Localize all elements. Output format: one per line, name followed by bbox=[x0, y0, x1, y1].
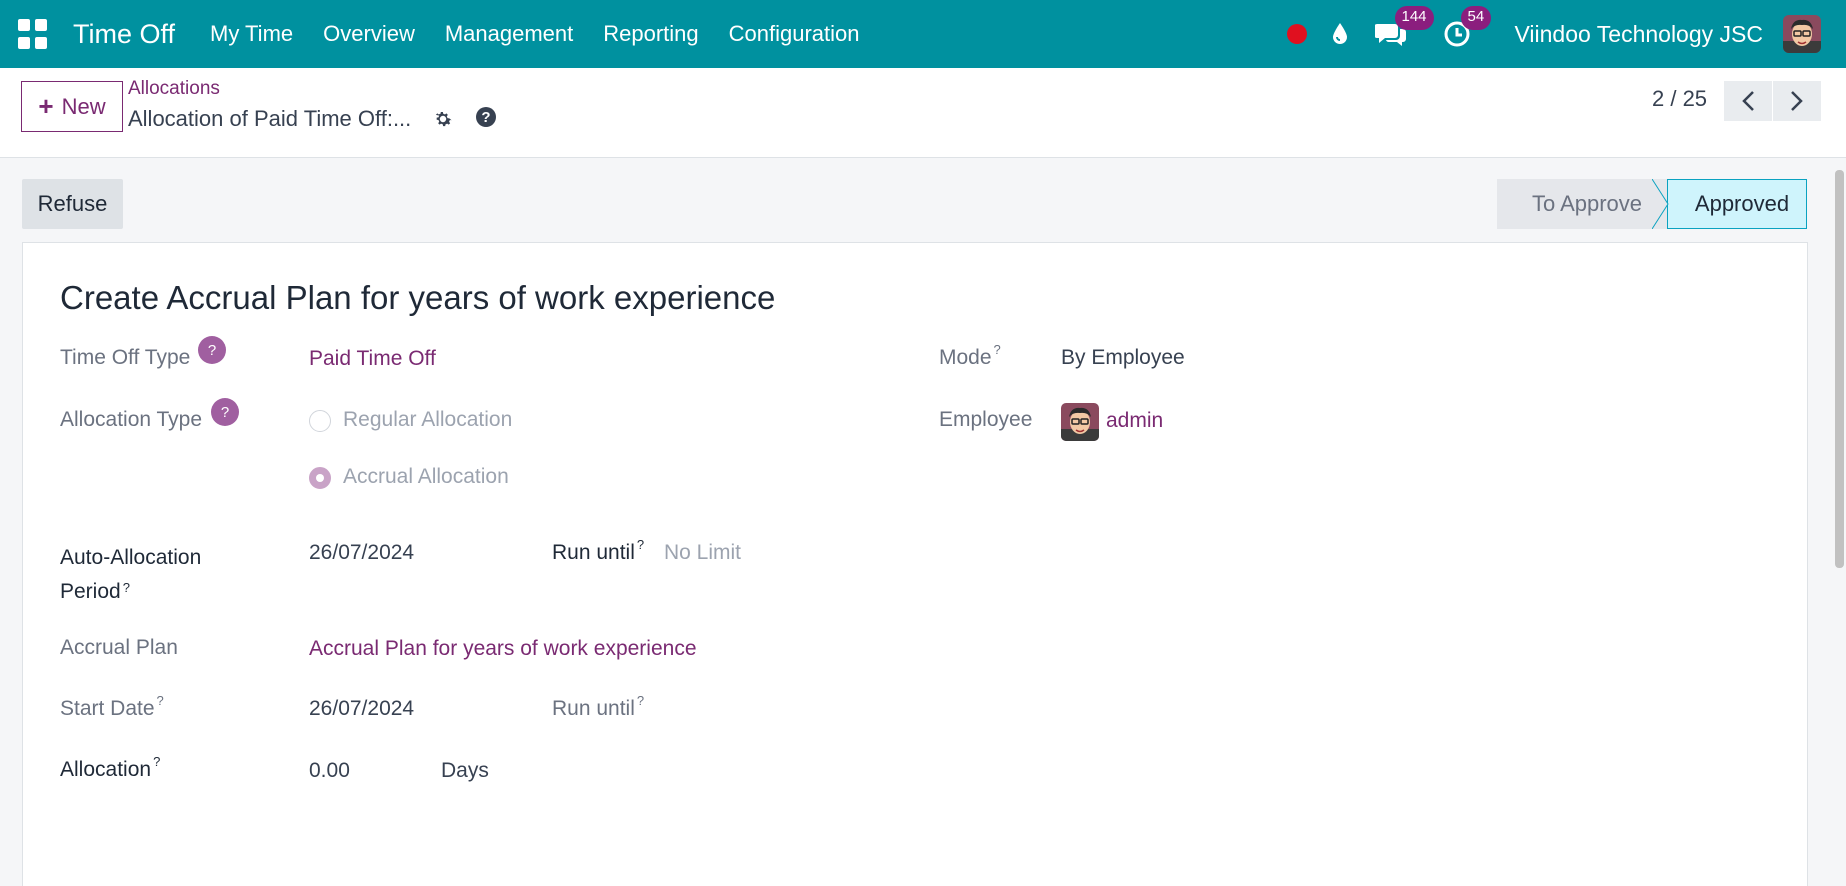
auto-allocation-date-field[interactable]: 26/07/2024 bbox=[309, 541, 414, 565]
allocation-type-label: Allocation Type bbox=[60, 408, 203, 431]
employee-label: Employee bbox=[939, 408, 1033, 431]
chevron-right-icon bbox=[1791, 91, 1803, 111]
new-button[interactable]: + New bbox=[21, 81, 123, 132]
start-date-label: Start Date? bbox=[60, 693, 164, 720]
breadcrumb-allocations[interactable]: Allocations bbox=[128, 78, 220, 100]
run-until-field[interactable]: No Limit bbox=[664, 541, 741, 565]
allocation-type-tooltip-icon[interactable]: ? bbox=[211, 398, 239, 426]
gear-icon[interactable] bbox=[432, 108, 454, 136]
stage-to-approve[interactable]: To Approve bbox=[1497, 179, 1667, 229]
svg-text:?: ? bbox=[481, 109, 490, 126]
plus-icon: + bbox=[38, 91, 54, 121]
top-navbar: Time Off My Time Overview Management Rep… bbox=[0, 0, 1846, 68]
activities-clock-icon[interactable]: 54 bbox=[1443, 6, 1492, 48]
menu-management[interactable]: Management bbox=[445, 21, 573, 47]
pager-previous-button[interactable] bbox=[1724, 81, 1772, 121]
pager-value[interactable]: 2 / 25 bbox=[1652, 86, 1707, 112]
apps-menu-icon[interactable] bbox=[18, 19, 48, 49]
run-until-label: Run until? bbox=[552, 537, 645, 564]
form-sheet: Create Accrual Plan for years of work ex… bbox=[22, 242, 1808, 886]
auto-allocation-period-label: Auto-Allocation Period? bbox=[60, 546, 202, 603]
menu-overview[interactable]: Overview bbox=[323, 21, 415, 47]
menu-my-time[interactable]: My Time bbox=[210, 21, 293, 47]
stage-approved[interactable]: Approved bbox=[1667, 179, 1807, 229]
time-off-type-tooltip-icon[interactable]: ? bbox=[198, 336, 226, 364]
accrual-allocation-radio[interactable] bbox=[309, 467, 331, 489]
regular-allocation-label[interactable]: Regular Allocation bbox=[343, 408, 512, 432]
recording-dot-icon[interactable] bbox=[1286, 24, 1307, 44]
drop-icon[interactable] bbox=[1331, 22, 1349, 46]
mode-label: Mode? bbox=[939, 342, 1001, 369]
navbar-systray: 144 54 Viindoo Technology JSC bbox=[1286, 0, 1846, 68]
refuse-button[interactable]: Refuse bbox=[22, 179, 123, 229]
stage-arrow-divider bbox=[1652, 179, 1669, 229]
breadcrumb-current-record: Allocation of Paid Time Off:... bbox=[128, 106, 412, 131]
employee-field[interactable]: admin bbox=[1106, 409, 1163, 433]
pager-next-button[interactable] bbox=[1773, 81, 1821, 121]
time-off-type-field[interactable]: Paid Time Off bbox=[309, 347, 436, 371]
messages-icon[interactable]: 144 bbox=[1374, 6, 1434, 48]
allocation-value-field[interactable]: 0.00 bbox=[309, 759, 350, 783]
messages-badge: 144 bbox=[1394, 6, 1434, 30]
mode-field[interactable]: By Employee bbox=[1061, 346, 1185, 370]
allocation-unit: Days bbox=[441, 759, 489, 782]
accrual-plan-field[interactable]: Accrual Plan for years of work experienc… bbox=[309, 637, 697, 661]
app-title[interactable]: Time Off bbox=[73, 19, 175, 50]
employee-avatar[interactable] bbox=[1061, 403, 1099, 441]
control-panel: + New Allocations Allocation of Paid Tim… bbox=[0, 68, 1846, 158]
user-avatar[interactable] bbox=[1783, 15, 1821, 53]
menu-reporting[interactable]: Reporting bbox=[603, 21, 698, 47]
company-switcher[interactable]: Viindoo Technology JSC bbox=[1515, 21, 1764, 48]
chevron-left-icon bbox=[1742, 91, 1754, 111]
scrollbar-thumb[interactable] bbox=[1835, 170, 1844, 568]
help-icon[interactable]: ? bbox=[475, 106, 497, 134]
accrual-plan-label: Accrual Plan bbox=[60, 636, 178, 659]
time-off-type-label: Time Off Type bbox=[60, 346, 191, 369]
run-until-label-2: Run until? bbox=[552, 693, 645, 720]
form-title[interactable]: Create Accrual Plan for years of work ex… bbox=[60, 279, 775, 317]
new-button-label: New bbox=[61, 93, 106, 119]
page-scrollbar[interactable] bbox=[1833, 170, 1846, 886]
allocation-label: Allocation? bbox=[60, 754, 161, 781]
regular-allocation-radio[interactable] bbox=[309, 410, 331, 432]
accrual-allocation-label[interactable]: Accrual Allocation bbox=[343, 465, 509, 489]
menu-configuration[interactable]: Configuration bbox=[729, 21, 860, 47]
activities-badge: 54 bbox=[1460, 6, 1492, 30]
start-date-field[interactable]: 26/07/2024 bbox=[309, 697, 414, 721]
